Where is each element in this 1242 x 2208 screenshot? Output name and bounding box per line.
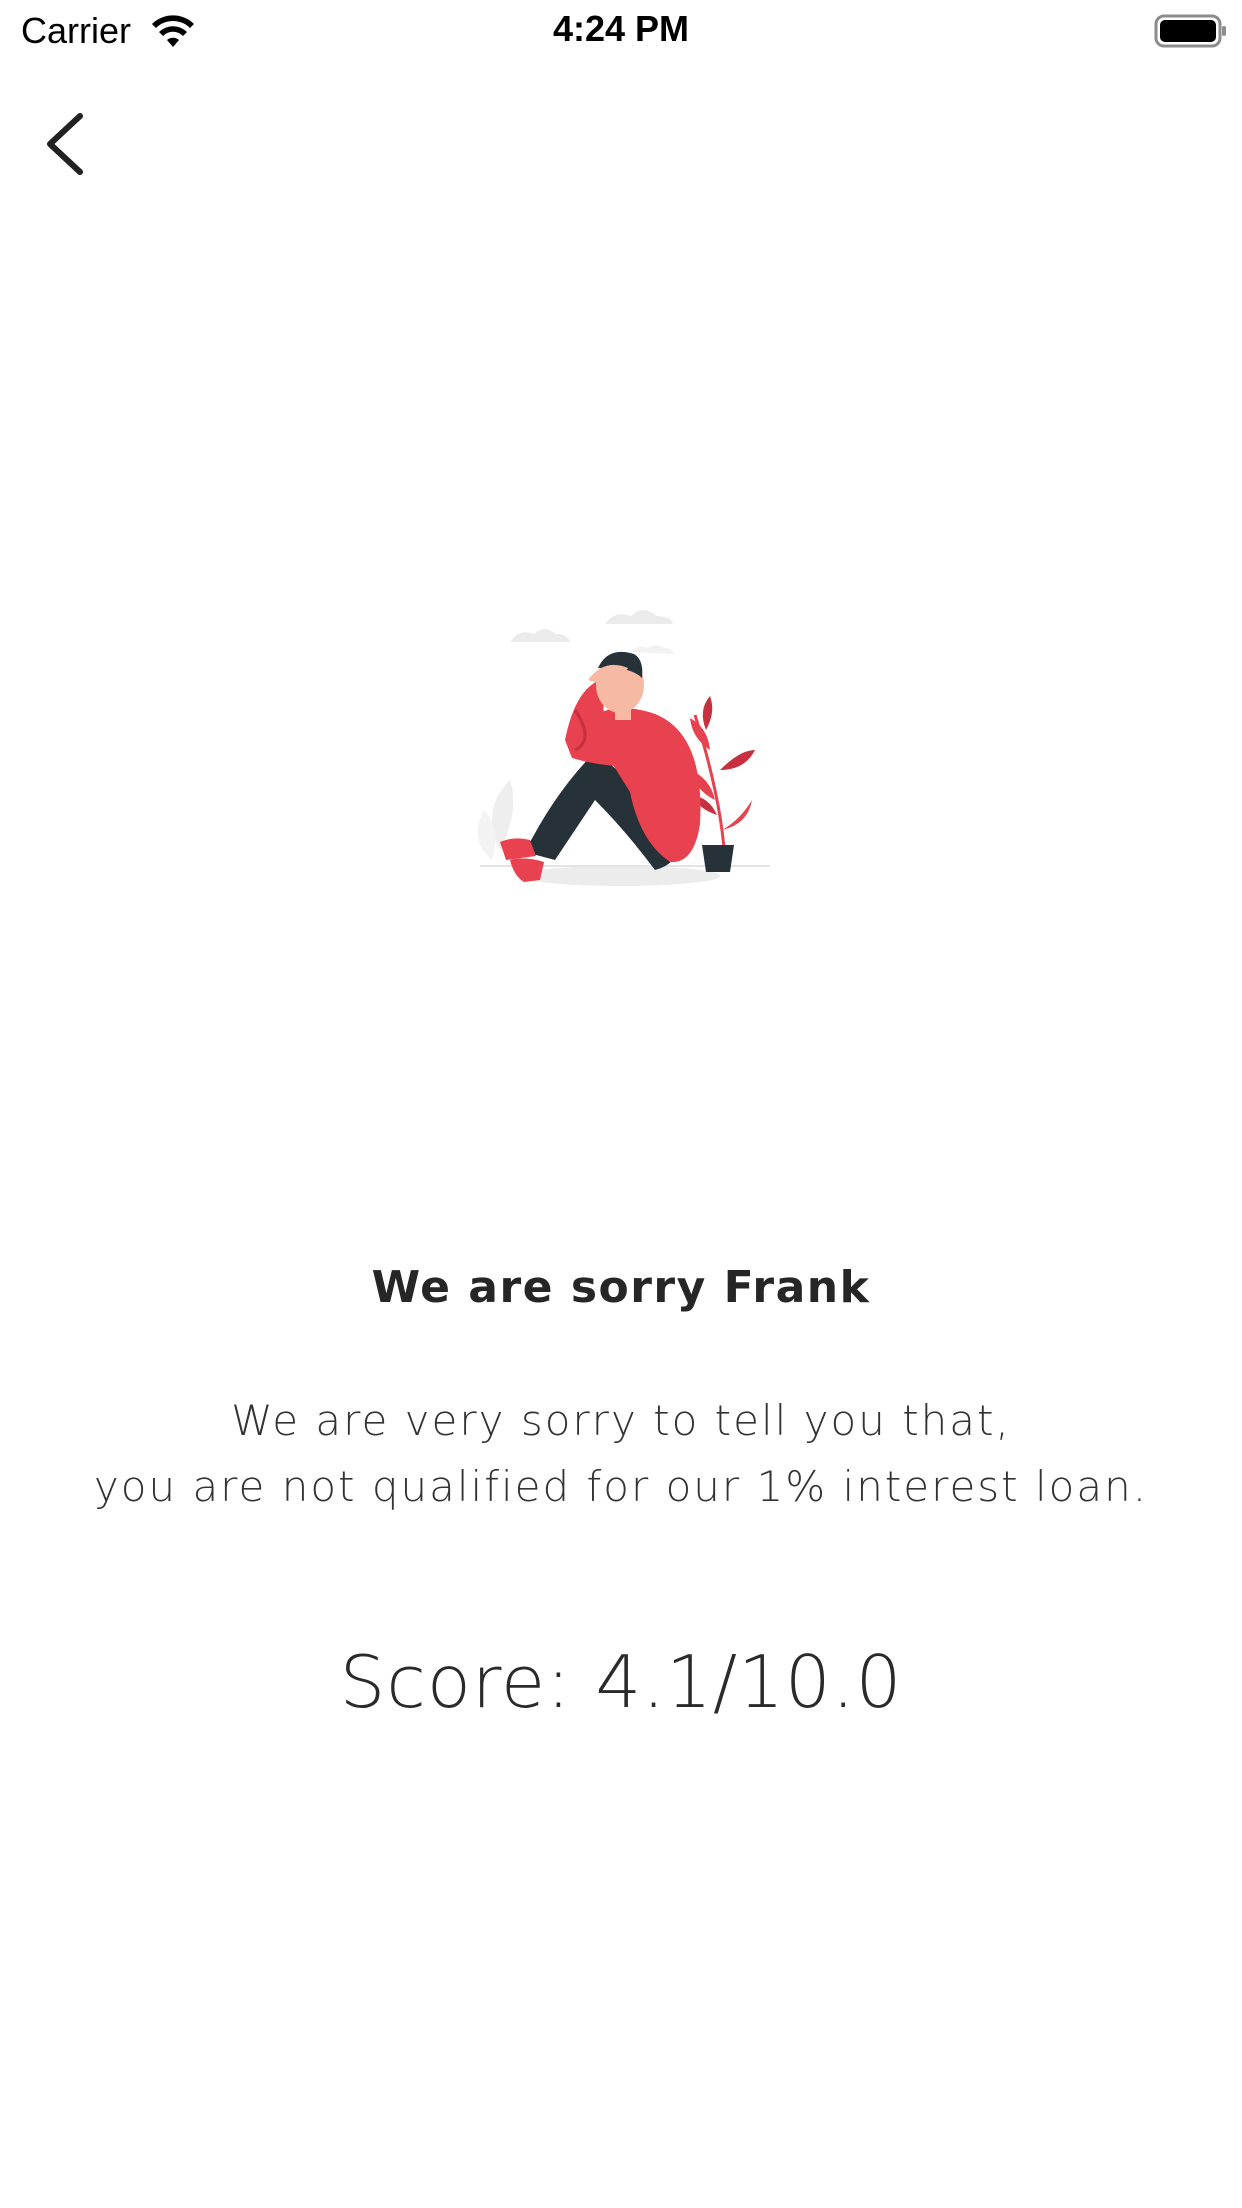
message-text: We are very sorry to tell you that, you … [60,1388,1182,1520]
status-bar: Carrier 4:24 PM [0,0,1242,62]
chevron-left-icon [47,113,83,175]
score-label: Score: 4.1/10.0 [339,1640,903,1724]
page-title: We are sorry Frank [371,1262,871,1313]
message-line-2: you are not qualified for our 1% interes… [93,1462,1149,1511]
message-line-1: We are very sorry to tell you that, [231,1396,1011,1445]
back-button[interactable] [30,104,102,184]
clock: 4:24 PM [552,8,690,49]
battery-icon [1154,14,1228,48]
sad-person-illustration [470,590,780,900]
